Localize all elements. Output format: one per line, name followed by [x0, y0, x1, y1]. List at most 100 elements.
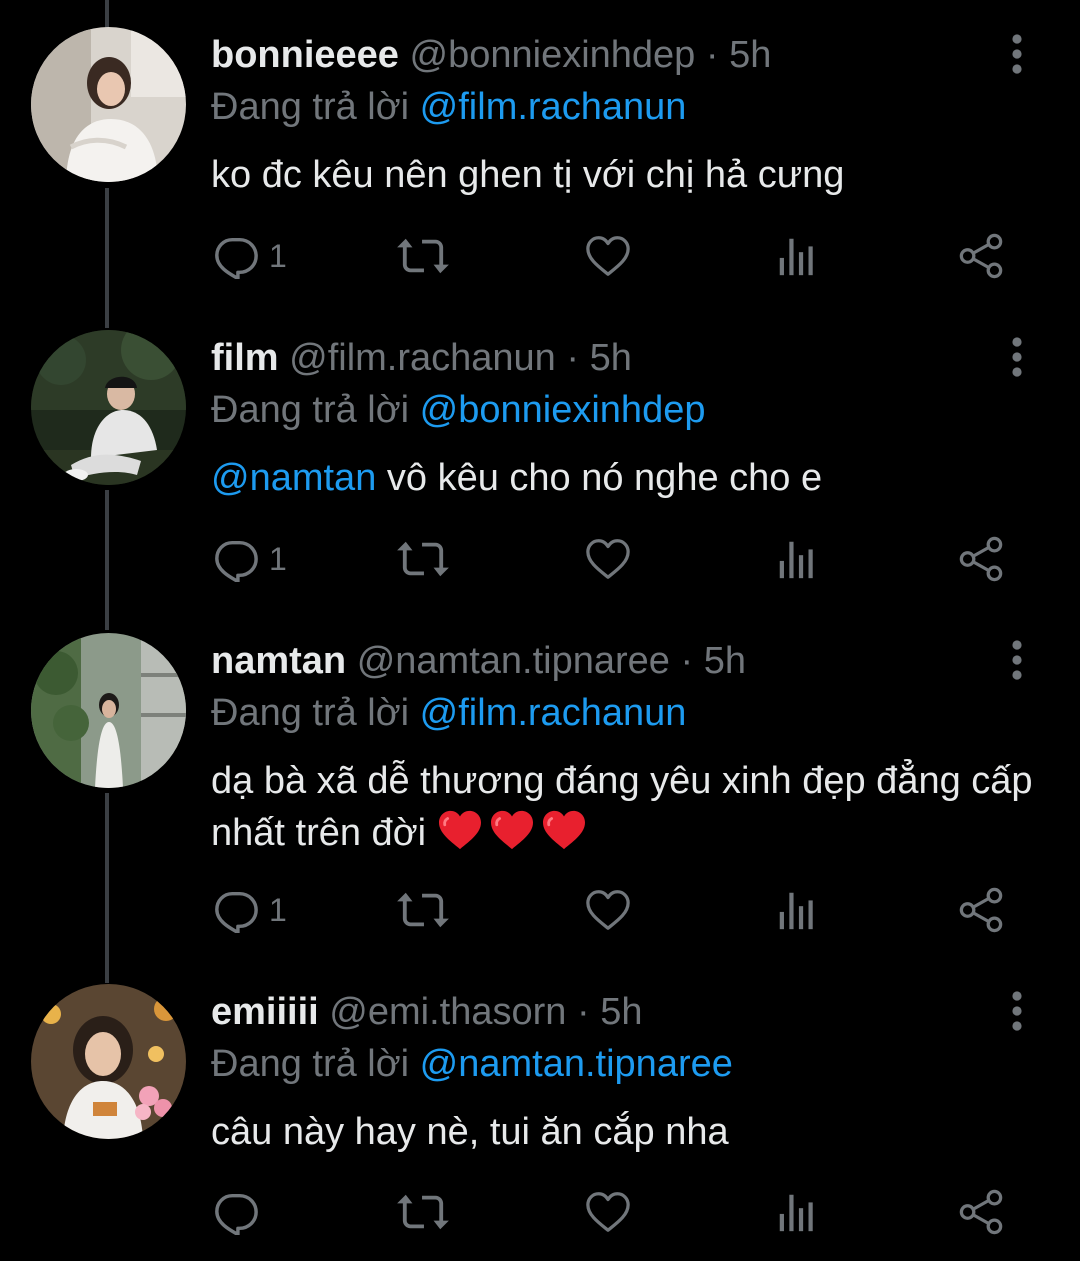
more-vertical-icon — [1000, 991, 1034, 1031]
display-name[interactable]: bonnieeee — [211, 34, 399, 76]
red-heart-emoji — [489, 809, 535, 851]
red-heart-emoji — [541, 809, 587, 851]
reply-count: 1 — [269, 891, 287, 928]
tweet-header: namtan @namtan.tipnaree · 5h — [211, 638, 746, 684]
tweet[interactable]: emiiiii @emi.thasorn · 5h Đang trả lời @… — [0, 957, 1080, 1261]
user-handle[interactable]: @namtan.tipnaree — [357, 640, 670, 682]
replying-to-mention[interactable]: @film.rachanun — [420, 86, 687, 128]
analytics-icon — [774, 233, 820, 279]
user-handle[interactable]: @bonniexinhdep — [410, 34, 696, 76]
reply-icon — [213, 233, 259, 279]
more-vertical-icon — [1000, 640, 1034, 680]
more-vertical-icon — [1000, 337, 1034, 377]
retweet-button[interactable] — [396, 226, 450, 286]
replying-to: Đang trả lời @film.rachanun — [211, 690, 686, 736]
like-button[interactable] — [584, 880, 632, 940]
tweet-text: câu này hay nè, tui ăn cắp nha — [211, 1111, 729, 1153]
reply-button[interactable] — [213, 1182, 259, 1242]
heart-icon — [584, 233, 632, 279]
reply-icon — [213, 887, 259, 933]
retweet-icon — [396, 1189, 450, 1235]
action-bar — [0, 1182, 1080, 1242]
display-name[interactable]: namtan — [211, 640, 346, 682]
replying-to-mention[interactable]: @film.rachanun — [420, 692, 687, 734]
timestamp[interactable]: 5h — [704, 640, 746, 682]
tweet[interactable]: bonnieeee @bonniexinhdep · 5h Đang trả l… — [0, 0, 1080, 305]
retweet-icon — [396, 887, 450, 933]
display-name[interactable]: film — [211, 337, 279, 379]
tweet-header: bonnieeee @bonniexinhdep · 5h — [211, 32, 771, 78]
tweet[interactable]: namtan @namtan.tipnaree · 5h Đang trả lờ… — [0, 606, 1080, 956]
separator: · — [566, 337, 580, 379]
views-button[interactable] — [774, 226, 820, 286]
analytics-icon — [774, 1189, 820, 1235]
red-heart-emoji — [437, 809, 483, 851]
more-button[interactable] — [1000, 34, 1034, 74]
replying-to-mention[interactable]: @namtan.tipnaree — [420, 1043, 733, 1085]
analytics-icon — [774, 887, 820, 933]
replying-to-label: Đang trả lời — [211, 1043, 410, 1085]
tweet-text-content: dạ bà xã dễ thương đáng yêu xinh đẹp đẳn… — [211, 760, 1033, 854]
tweet-text-content: vô kêu cho nó nghe cho e — [376, 457, 823, 499]
more-button[interactable] — [1000, 337, 1034, 377]
share-button[interactable] — [958, 529, 1004, 589]
more-button[interactable] — [1000, 991, 1034, 1031]
like-button[interactable] — [584, 529, 632, 589]
replying-to-mention[interactable]: @bonniexinhdep — [420, 389, 706, 431]
reply-icon — [213, 1189, 259, 1235]
replying-to: Đang trả lời @namtan.tipnaree — [211, 1041, 733, 1087]
user-handle[interactable]: @film.rachanun — [289, 337, 556, 379]
more-button[interactable] — [1000, 640, 1034, 680]
more-vertical-icon — [1000, 34, 1034, 74]
analytics-icon — [774, 536, 820, 582]
tweet-header: film @film.rachanun · 5h — [211, 335, 632, 381]
tweet[interactable]: film @film.rachanun · 5h Đang trả lời @b… — [0, 303, 1080, 606]
timestamp[interactable]: 5h — [590, 337, 632, 379]
reply-icon — [213, 536, 259, 582]
share-icon — [958, 233, 1004, 279]
heart-icon — [584, 887, 632, 933]
share-button[interactable] — [958, 880, 1004, 940]
share-icon — [958, 536, 1004, 582]
retweet-icon — [396, 233, 450, 279]
text-mention[interactable]: @namtan — [211, 457, 376, 499]
reply-count: 1 — [269, 540, 287, 577]
action-bar: 1 — [0, 226, 1080, 286]
retweet-button[interactable] — [396, 529, 450, 589]
separator: · — [576, 991, 590, 1033]
share-icon — [958, 887, 1004, 933]
replying-to-label: Đang trả lời — [211, 692, 410, 734]
avatar[interactable] — [31, 633, 186, 788]
share-button[interactable] — [958, 226, 1004, 286]
heart-icon — [584, 1189, 632, 1235]
like-button[interactable] — [584, 226, 632, 286]
timestamp[interactable]: 5h — [729, 34, 771, 76]
retweet-icon — [396, 536, 450, 582]
action-bar: 1 — [0, 880, 1080, 940]
display-name[interactable]: emiiiii — [211, 991, 319, 1033]
separator: · — [705, 34, 719, 76]
tweet-text: dạ bà xã dễ thương đáng yêu xinh đẹp đẳn… — [211, 755, 1041, 859]
heart-icon — [584, 536, 632, 582]
tweet-text: @namtan vô kêu cho nó nghe cho e — [211, 452, 1041, 504]
avatar[interactable] — [31, 984, 186, 1139]
share-button[interactable] — [958, 1182, 1004, 1242]
reply-button[interactable]: 1 — [213, 226, 287, 286]
views-button[interactable] — [774, 1182, 820, 1242]
retweet-button[interactable] — [396, 1182, 450, 1242]
like-button[interactable] — [584, 1182, 632, 1242]
tweet-text: ko đc kêu nên ghen tị với chị hả cưng — [211, 154, 845, 196]
reply-button[interactable]: 1 — [213, 880, 287, 940]
views-button[interactable] — [774, 529, 820, 589]
share-icon — [958, 1189, 1004, 1235]
user-handle[interactable]: @emi.thasorn — [329, 991, 566, 1033]
retweet-button[interactable] — [396, 880, 450, 940]
timestamp[interactable]: 5h — [600, 991, 642, 1033]
tweet-header: emiiiii @emi.thasorn · 5h — [211, 989, 642, 1035]
avatar[interactable] — [31, 330, 186, 485]
views-button[interactable] — [774, 880, 820, 940]
replying-to-label: Đang trả lời — [211, 86, 410, 128]
replying-to-label: Đang trả lời — [211, 389, 410, 431]
avatar[interactable] — [31, 27, 186, 182]
reply-button[interactable]: 1 — [213, 529, 287, 589]
